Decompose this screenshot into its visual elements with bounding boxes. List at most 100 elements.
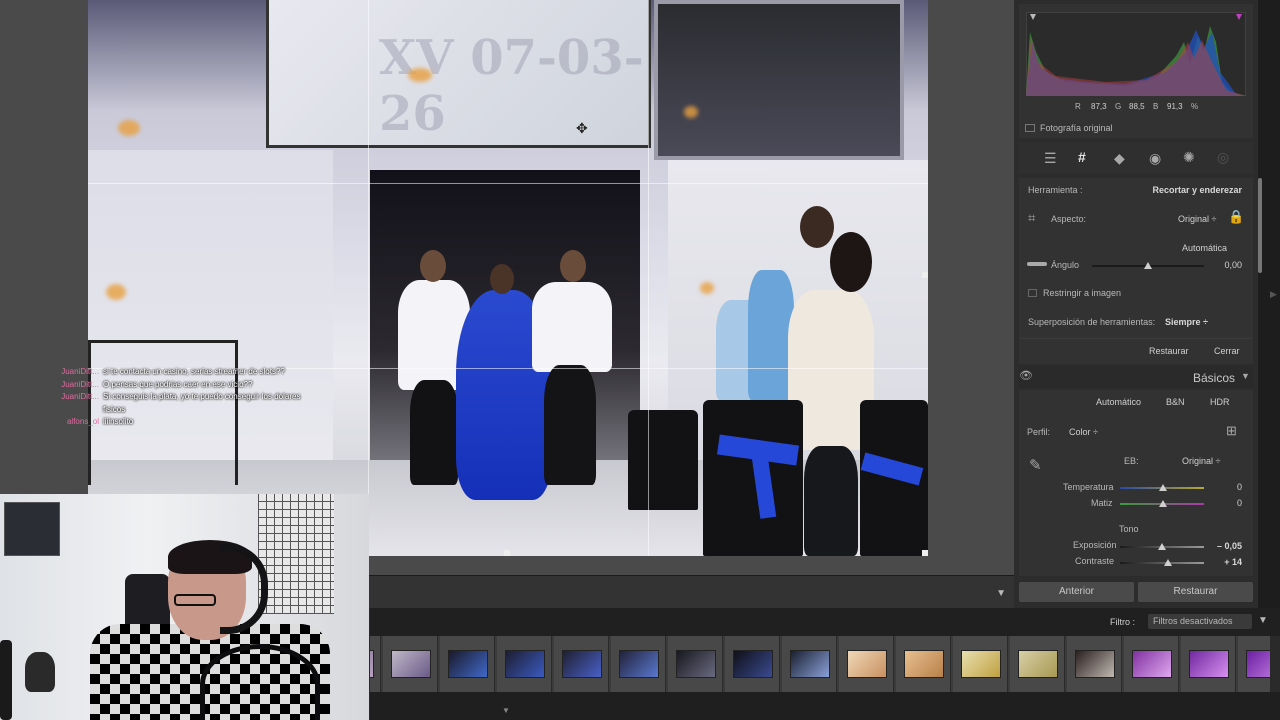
- filmstrip[interactable]: [370, 636, 1270, 692]
- photo-person: [804, 446, 858, 556]
- red-eye-icon[interactable]: ◉: [1149, 150, 1161, 167]
- toolbar-menu-chevron-icon[interactable]: ▼: [996, 588, 1006, 599]
- crop-frame-icon[interactable]: ⌗: [1028, 210, 1035, 226]
- exposure-value[interactable]: – 0,05: [1217, 541, 1242, 551]
- angle-value[interactable]: 0,00: [1224, 260, 1242, 270]
- divider: [1019, 338, 1253, 339]
- filmstrip-collapse-icon[interactable]: ▼: [502, 706, 510, 715]
- sliders-icon[interactable]: ☰: [1044, 150, 1057, 167]
- contrast-value[interactable]: + 14: [1224, 557, 1242, 567]
- panel-expand-icon[interactable]: ▶: [1270, 289, 1277, 300]
- basic-header[interactable]: 👁 Básicos ▼: [1019, 366, 1253, 388]
- overlay-dropdown[interactable]: Siempre ÷: [1165, 317, 1208, 327]
- thumbnail: [448, 650, 488, 678]
- crop-edge-handle[interactable]: [922, 272, 928, 278]
- hist-g-value: 88,5: [1129, 102, 1145, 111]
- filmstrip-thumb[interactable]: [725, 636, 780, 692]
- filmstrip-thumb[interactable]: [839, 636, 894, 692]
- auto-straighten-button[interactable]: Automática: [1182, 243, 1227, 253]
- filmstrip-thumb[interactable]: [440, 636, 495, 692]
- photo-person: [544, 365, 596, 485]
- eyedropper-icon[interactable]: ✎: [1029, 456, 1042, 474]
- temp-knob[interactable]: [1159, 484, 1167, 491]
- eye-icon[interactable]: 👁: [1019, 369, 1033, 382]
- chat-message: JuaniDitt... si te contacta un casino, s…: [50, 366, 320, 379]
- thumbnail: [1246, 650, 1270, 678]
- webcam-mic-arm: [200, 644, 320, 720]
- crop-icon[interactable]: #: [1078, 149, 1086, 165]
- filmstrip-thumb[interactable]: [1181, 636, 1236, 692]
- lock-icon[interactable]: 🔒: [1228, 209, 1244, 225]
- previous-button[interactable]: Anterior: [1019, 582, 1134, 602]
- stream-chat: JuaniDitt... si te contacta un casino, s…: [50, 366, 320, 429]
- filmstrip-thumb[interactable]: [1067, 636, 1122, 692]
- filmstrip-thumb[interactable]: [611, 636, 666, 692]
- crop-close-button[interactable]: Cerrar: [1214, 346, 1240, 356]
- eraser-icon[interactable]: ◆: [1114, 150, 1125, 167]
- angle-slider-knob[interactable]: [1144, 262, 1152, 269]
- thumbnail: [676, 650, 716, 678]
- aspect-dropdown[interactable]: Original ÷: [1178, 214, 1216, 224]
- chat-text: O pensas que podrias caer en ese vicio??: [103, 379, 253, 389]
- filter-chevron-icon[interactable]: ▼: [1258, 615, 1268, 626]
- profile-label: Perfil:: [1027, 427, 1051, 437]
- filmstrip-thumb[interactable]: [896, 636, 951, 692]
- filmstrip-thumb[interactable]: [1010, 636, 1065, 692]
- crop-reset-button[interactable]: Restaurar: [1149, 346, 1189, 356]
- original-photo-checkbox[interactable]: [1025, 124, 1035, 132]
- filmstrip-thumb[interactable]: [953, 636, 1008, 692]
- constrain-checkbox[interactable]: [1028, 289, 1037, 297]
- tool-label: Herramienta :: [1028, 185, 1083, 195]
- filmstrip-thumb[interactable]: [383, 636, 438, 692]
- profile-grid-icon[interactable]: ⊞: [1226, 423, 1237, 439]
- filmstrip-thumb[interactable]: [782, 636, 837, 692]
- filmstrip-thumb[interactable]: [668, 636, 723, 692]
- mode-automatic[interactable]: Automático: [1096, 397, 1141, 407]
- collapse-triangle-icon[interactable]: ▼: [1241, 371, 1250, 381]
- crop-grid-line: [88, 183, 928, 184]
- webcam-wall-grid: [258, 494, 334, 614]
- webcam-overlay: [0, 494, 369, 720]
- basic-title: Básicos: [1193, 371, 1236, 385]
- chat-text: iiiinsolito: [103, 417, 134, 426]
- thumbnail: [904, 650, 944, 678]
- histogram-section: R 87,3 G 88,5 B 91,3 % Fotografía origin…: [1019, 4, 1253, 138]
- tint-knob[interactable]: [1159, 500, 1167, 507]
- mask-icon[interactable]: ◎: [1217, 149, 1229, 166]
- crop-section: Herramienta : Recortar y enderezar ⌗ Asp…: [1019, 178, 1253, 364]
- photo-bokeh: [408, 68, 432, 82]
- tint-value[interactable]: 0: [1237, 498, 1242, 508]
- crop-corner-handle[interactable]: [922, 550, 928, 556]
- exposure-knob[interactable]: [1158, 543, 1166, 550]
- thumbnail: [847, 650, 887, 678]
- radial-icon[interactable]: ✺: [1183, 149, 1195, 166]
- contrast-label: Contraste: [1075, 556, 1115, 566]
- filmstrip-thumb[interactable]: [1238, 636, 1270, 692]
- crop-preview-photo[interactable]: XV 07-03-26 ✥: [88, 0, 928, 556]
- contrast-slider[interactable]: [1120, 562, 1204, 564]
- panel-scroll-thumb[interactable]: [1258, 178, 1262, 273]
- chat-username: JuaniDitt...: [61, 367, 99, 376]
- filmstrip-thumb[interactable]: [497, 636, 552, 692]
- photo-viewer[interactable]: XV 07-03-26 ✥ JuaniDitt... si te contact…: [0, 0, 1014, 575]
- filmstrip-thumb[interactable]: [370, 636, 381, 692]
- level-tool-icon[interactable]: [1027, 262, 1047, 266]
- temp-value[interactable]: 0: [1237, 482, 1242, 492]
- filter-dropdown[interactable]: Filtros desactivados: [1148, 614, 1252, 629]
- chat-message: JuaniDitt... O pensas que podrias caer e…: [50, 379, 320, 392]
- wb-dropdown[interactable]: Original ÷: [1182, 456, 1220, 466]
- photo-person: [410, 380, 458, 485]
- photo-person: [490, 264, 514, 294]
- panel-scrollbar[interactable]: [1258, 0, 1280, 608]
- thumbnail: [1075, 650, 1115, 678]
- reset-button[interactable]: Restaurar: [1138, 582, 1253, 602]
- profile-dropdown[interactable]: Color ÷: [1069, 427, 1098, 437]
- filmstrip-thumb[interactable]: [554, 636, 609, 692]
- crop-edge-handle[interactable]: [504, 550, 510, 556]
- filter-dropdown-value: Filtros desactivados: [1153, 616, 1233, 626]
- contrast-knob[interactable]: [1164, 559, 1172, 566]
- mode-hdr[interactable]: HDR: [1210, 397, 1230, 407]
- mode-bw[interactable]: B&N: [1166, 397, 1185, 407]
- hist-b-value: 91,3: [1167, 102, 1183, 111]
- filmstrip-thumb[interactable]: [1124, 636, 1179, 692]
